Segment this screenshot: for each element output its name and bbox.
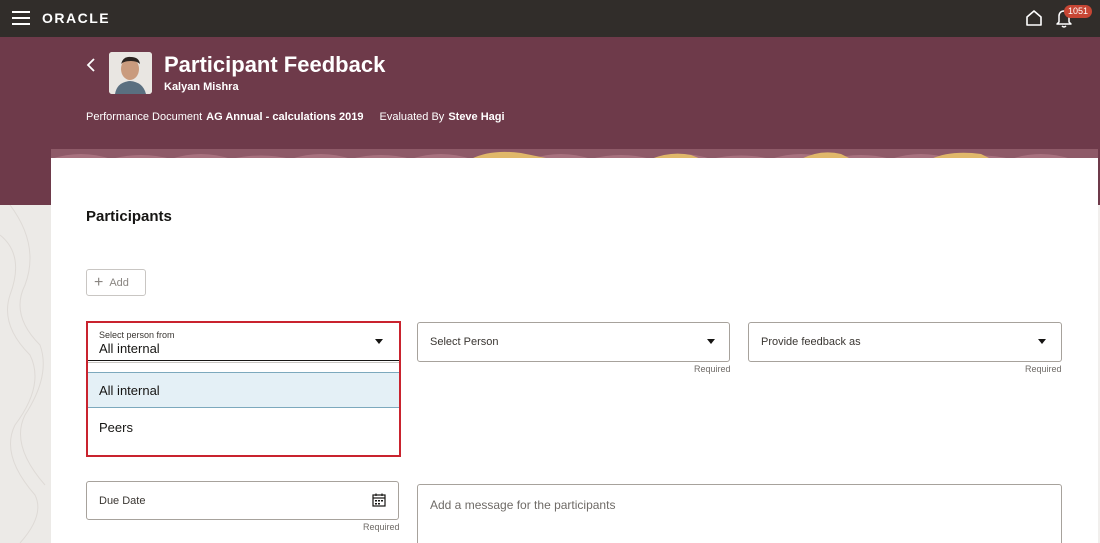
due-date-placeholder: Due Date xyxy=(99,495,146,507)
select-person-placeholder: Select Person xyxy=(430,336,499,348)
feedback-as-placeholder: Provide feedback as xyxy=(761,336,861,348)
background-texture xyxy=(0,205,51,543)
add-button-label: Add xyxy=(109,276,129,289)
page-title: Participant Feedback xyxy=(164,52,386,77)
due-date-field[interactable]: Due Date xyxy=(86,481,399,520)
menu-icon[interactable] xyxy=(12,11,30,25)
feedback-as-field[interactable]: Provide feedback as xyxy=(748,322,1062,362)
message-textarea[interactable]: Add a message for the participants xyxy=(417,484,1062,543)
top-bar: ORACLE 1051 xyxy=(0,0,1100,37)
document-meta: Performance Document AG Annual - calculat… xyxy=(86,111,505,123)
avatar xyxy=(109,52,152,94)
message-placeholder: Add a message for the participants xyxy=(430,498,616,512)
eval-value: Steve Hagi xyxy=(448,111,505,123)
add-button[interactable]: + Add xyxy=(86,269,146,296)
doc-value: AG Annual - calculations 2019 xyxy=(206,111,364,123)
eval-label: Evaluated By xyxy=(379,111,445,123)
calendar-icon[interactable] xyxy=(372,493,386,507)
required-label: Required xyxy=(363,522,400,532)
back-icon[interactable] xyxy=(84,56,98,74)
oracle-logo[interactable]: ORACLE xyxy=(42,10,110,26)
notification-badge: 1051 xyxy=(1064,5,1093,18)
chevron-down-icon[interactable] xyxy=(1038,339,1046,344)
home-icon[interactable] xyxy=(1024,8,1044,28)
section-title: Participants xyxy=(86,208,172,225)
plus-icon: + xyxy=(94,273,104,291)
required-label: Required xyxy=(1025,364,1062,374)
required-label: Required xyxy=(694,364,731,374)
chevron-down-icon[interactable] xyxy=(707,339,715,344)
highlight-box xyxy=(86,321,401,457)
person-name: Kalyan Mishra xyxy=(164,81,239,93)
doc-label: Performance Document xyxy=(86,111,203,123)
select-person-field[interactable]: Select Person xyxy=(417,322,730,362)
